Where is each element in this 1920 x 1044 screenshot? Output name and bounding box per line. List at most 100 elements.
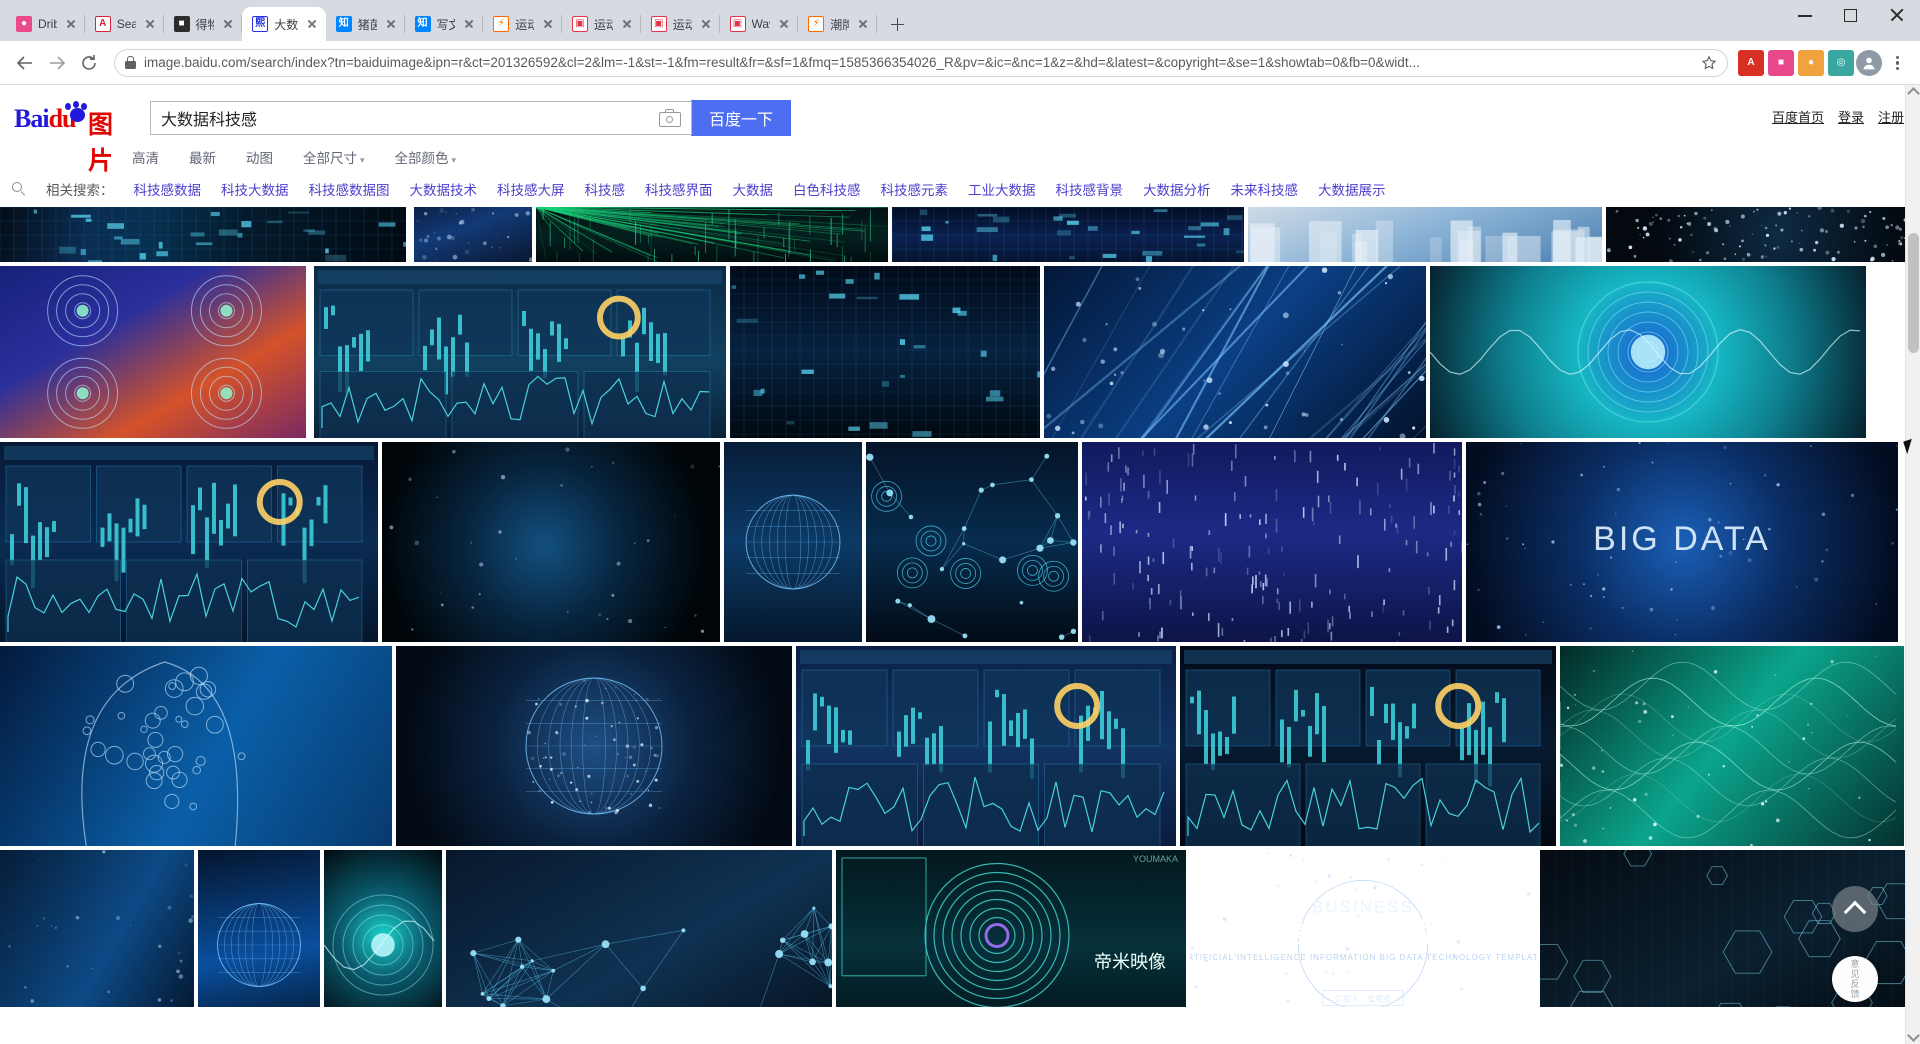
scroll-down-icon[interactable] bbox=[1907, 1029, 1920, 1042]
tab-close-icon[interactable] bbox=[540, 16, 556, 32]
related-search-5[interactable]: 科技感 bbox=[585, 179, 626, 199]
baidu-logo[interactable]: Baidu 图片 bbox=[14, 100, 134, 136]
pink-extension[interactable]: ■ bbox=[1768, 50, 1794, 76]
filter-3[interactable]: 全部尺寸 ▾ bbox=[303, 147, 365, 167]
image-result[interactable] bbox=[0, 646, 392, 846]
tab-close-icon[interactable] bbox=[220, 16, 236, 32]
image-result[interactable] bbox=[724, 442, 862, 642]
filter-4[interactable]: 全部颜色 ▾ bbox=[395, 147, 457, 167]
filter-0[interactable]: 高清 bbox=[132, 147, 159, 167]
profile-avatar[interactable] bbox=[1856, 50, 1882, 76]
reload-icon[interactable] bbox=[74, 48, 104, 78]
browser-tab-4[interactable]: 知猪茵园花 - 知乎 bbox=[326, 7, 405, 41]
teal-extension[interactable]: ◎ bbox=[1828, 50, 1854, 76]
tab-close-icon[interactable] bbox=[461, 16, 477, 32]
tab-close-icon[interactable] bbox=[383, 16, 399, 32]
tab-close-icon[interactable] bbox=[855, 16, 871, 32]
thumbnail-art bbox=[730, 266, 1040, 438]
link-baidu-home[interactable]: 百度首页 bbox=[1772, 107, 1824, 126]
orange-extension[interactable]: ● bbox=[1798, 50, 1824, 76]
minimize-button[interactable] bbox=[1782, 0, 1828, 30]
bookmark-star-icon[interactable] bbox=[1701, 55, 1717, 71]
new-tab-button[interactable] bbox=[883, 10, 911, 38]
browser-tab-6[interactable]: ⚡ 运动品牌 - 原创 bbox=[483, 7, 562, 41]
browser-tab-1[interactable]: A Search fonts | bbox=[85, 7, 164, 41]
image-result[interactable] bbox=[414, 207, 532, 262]
search-button[interactable]: 百度一下 bbox=[691, 100, 791, 136]
related-search-8[interactable]: 白色科技感 bbox=[793, 179, 861, 199]
search-box[interactable] bbox=[150, 101, 692, 135]
tab-close-icon[interactable] bbox=[304, 16, 320, 32]
scroll-up-icon[interactable] bbox=[1907, 87, 1920, 100]
back-to-top-button[interactable] bbox=[1832, 886, 1878, 932]
image-result[interactable] bbox=[382, 442, 720, 642]
image-result[interactable] bbox=[1180, 646, 1556, 846]
image-result[interactable]: BUSINESS 人工智能信息化大数据科技模板 ARTIFICIAL INTELLI… bbox=[1190, 850, 1536, 1007]
forward-icon[interactable] bbox=[42, 48, 72, 78]
link-register[interactable]: 注册 bbox=[1878, 107, 1904, 126]
image-result[interactable] bbox=[866, 442, 1078, 642]
related-search-14[interactable]: 大数据展示 bbox=[1318, 179, 1386, 199]
tab-close-icon[interactable] bbox=[698, 16, 714, 32]
related-search-1[interactable]: 科技大数据 bbox=[221, 179, 289, 199]
vertical-scrollbar[interactable] bbox=[1905, 85, 1920, 1044]
browser-tab-7[interactable]: ▣ 运动品牌 - 站酷 bbox=[562, 7, 641, 41]
related-search-2[interactable]: 科技感数据图 bbox=[309, 179, 390, 199]
search-input[interactable] bbox=[151, 102, 659, 134]
browser-tab-0[interactable]: ● Dribbble - Disc bbox=[6, 7, 85, 41]
image-result[interactable] bbox=[0, 266, 306, 438]
image-result[interactable] bbox=[892, 207, 1244, 262]
back-icon[interactable] bbox=[10, 48, 40, 78]
image-result[interactable] bbox=[1044, 266, 1426, 438]
address-bar[interactable]: image.baidu.com/search/index?tn=baiduima… bbox=[114, 49, 1728, 77]
image-result[interactable] bbox=[1248, 207, 1602, 262]
maximize-button[interactable] bbox=[1828, 0, 1874, 30]
tab-close-icon[interactable] bbox=[619, 16, 635, 32]
camera-search-icon[interactable] bbox=[659, 109, 681, 127]
related-search-9[interactable]: 科技感元素 bbox=[881, 179, 949, 199]
image-result[interactable] bbox=[0, 207, 406, 262]
related-search-7[interactable]: 大数据 bbox=[733, 179, 774, 199]
browser-tab-8[interactable]: ▣ 运动品牌logo - bbox=[641, 7, 720, 41]
filter-2[interactable]: 动图 bbox=[246, 147, 273, 167]
image-result[interactable]: LOADING帝米映像D.M. CULTURAL INDUSTRYYOUMAKA bbox=[836, 850, 1186, 1007]
feedback-button[interactable]: 意见反馈 bbox=[1832, 956, 1878, 1002]
related-search-12[interactable]: 大数据分析 bbox=[1143, 179, 1211, 199]
image-result[interactable] bbox=[314, 266, 726, 438]
link-login[interactable]: 登录 bbox=[1838, 107, 1864, 126]
related-search-0[interactable]: 科技感数据 bbox=[134, 179, 202, 199]
browser-tab-5[interactable]: 知写文章 - 知乎 bbox=[405, 7, 484, 41]
tab-close-icon[interactable] bbox=[142, 16, 158, 32]
scrollbar-thumb[interactable] bbox=[1908, 233, 1919, 353]
image-result[interactable] bbox=[536, 207, 888, 262]
browser-tab-10[interactable]: ⚡ 潮牌logo平面 bbox=[798, 7, 877, 41]
related-search-11[interactable]: 科技感背景 bbox=[1056, 179, 1124, 199]
pdf-extension[interactable]: A bbox=[1738, 50, 1764, 76]
tab-close-icon[interactable] bbox=[63, 16, 79, 32]
related-search-6[interactable]: 科技感界面 bbox=[645, 179, 713, 199]
image-result[interactable] bbox=[0, 850, 194, 1007]
related-search-4[interactable]: 科技感大屏 bbox=[497, 179, 565, 199]
related-search-10[interactable]: 工业大数据 bbox=[968, 179, 1036, 199]
image-result[interactable] bbox=[730, 266, 1040, 438]
image-result[interactable] bbox=[1606, 207, 1920, 262]
related-search-13[interactable]: 未来科技感 bbox=[1231, 179, 1299, 199]
related-search-3[interactable]: 大数据技术 bbox=[410, 179, 478, 199]
image-result[interactable] bbox=[198, 850, 320, 1007]
close-window-button[interactable] bbox=[1874, 0, 1920, 30]
browser-tab-2[interactable]: ■ 得物App-新一代 bbox=[164, 7, 243, 41]
tab-close-icon[interactable] bbox=[776, 16, 792, 32]
image-result[interactable] bbox=[396, 646, 792, 846]
browser-tab-3[interactable]: 熙大数据科技感_百 bbox=[242, 7, 326, 41]
browser-tab-9[interactable]: ▣ Wave Ice Crea bbox=[720, 7, 799, 41]
image-result[interactable]: BIG DATA bbox=[1466, 442, 1898, 642]
image-result[interactable] bbox=[1082, 442, 1462, 642]
filter-1[interactable]: 最新 bbox=[189, 147, 216, 167]
image-result[interactable] bbox=[324, 850, 442, 1007]
image-result[interactable] bbox=[796, 646, 1176, 846]
image-result[interactable] bbox=[446, 850, 832, 1007]
image-result[interactable] bbox=[0, 442, 378, 642]
image-result[interactable] bbox=[1430, 266, 1866, 438]
chrome-menu-icon[interactable] bbox=[1884, 50, 1910, 76]
image-result[interactable] bbox=[1560, 646, 1904, 846]
